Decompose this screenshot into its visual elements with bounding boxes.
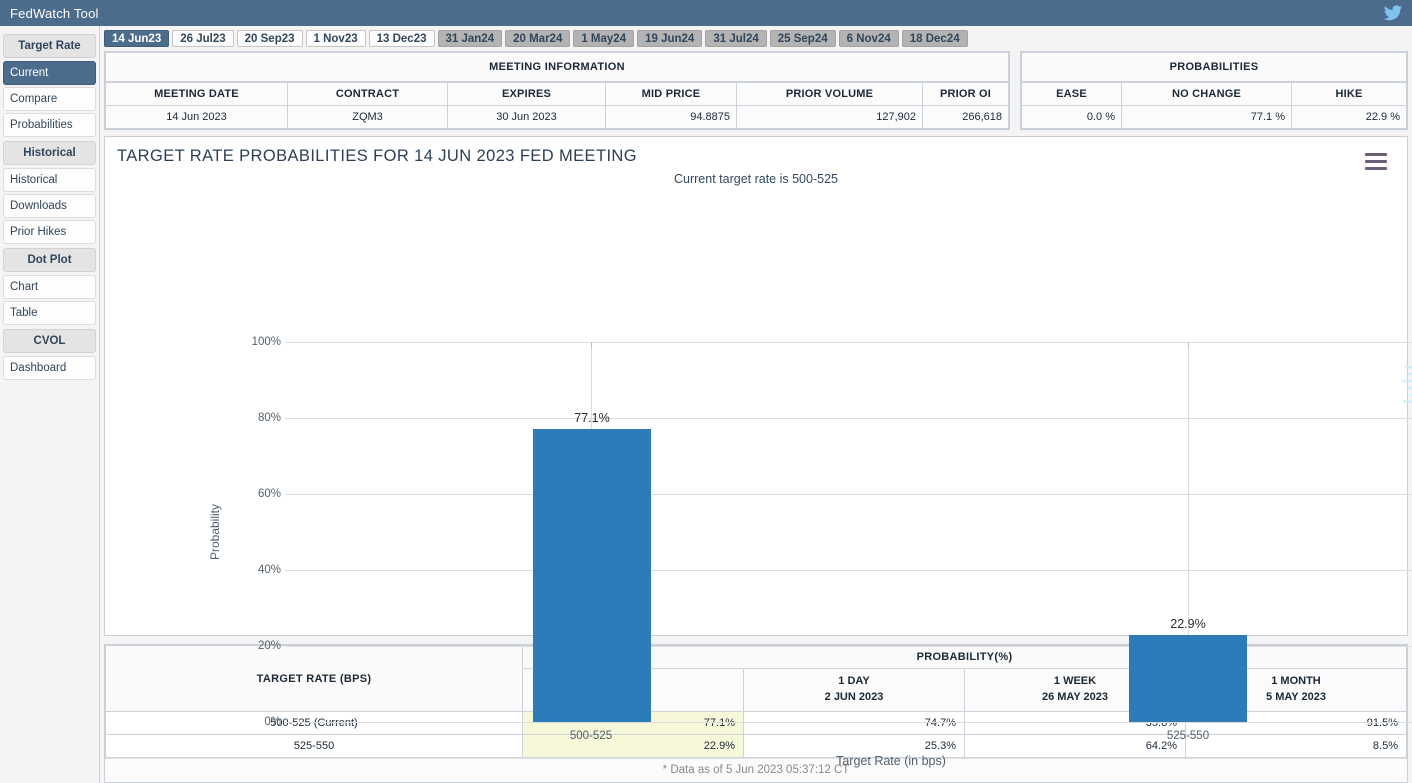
sidebar-group-historical: Historical [3, 141, 96, 165]
gridline-80 [285, 418, 1412, 420]
col-hike: HIKE [1291, 82, 1407, 107]
col-prior-volume: PRIOR VOLUME [736, 82, 923, 107]
sidebar-item-chart[interactable]: Chart [3, 275, 96, 299]
tab-13-dec23[interactable]: 13 Dec23 [368, 30, 435, 48]
tab-18-dec24[interactable]: 18 Dec24 [901, 30, 968, 48]
sidebar-item-current[interactable]: Current [3, 61, 96, 85]
cell-prior-oi: 266,618 [922, 105, 1009, 130]
cell-1-week-1: 64.2% [964, 734, 1186, 758]
cell-1-month-1: 8.5% [1185, 734, 1407, 758]
meeting-information-panel: MEETING INFORMATION MEETING DATE CONTRAC… [104, 51, 1010, 131]
info-row: MEETING INFORMATION MEETING DATE CONTRAC… [104, 51, 1408, 131]
gridline-0 [285, 722, 1412, 724]
sidebar-group-target-rate: Target Rate [3, 34, 96, 58]
sidebar-item-table[interactable]: Table [3, 301, 96, 325]
chart-title: TARGET RATE PROBABILITIES FOR 14 JUN 202… [117, 147, 637, 166]
bar-label-525-550: 22.9% [1170, 617, 1206, 632]
tab-1-nov23[interactable]: 1 Nov23 [305, 30, 366, 48]
gridline-60 [285, 494, 1412, 496]
col-no-change: NO CHANGE [1121, 82, 1292, 107]
bar-525-550[interactable] [1129, 635, 1247, 723]
cell-prior-volume: 127,902 [736, 105, 923, 130]
chart-card: TARGET RATE PROBABILITIES FOR 14 JUN 202… [104, 136, 1412, 768]
tab-31-jul24[interactable]: 31 Jul24 [705, 30, 767, 48]
tab-20-mar24[interactable]: 20 Mar24 [505, 30, 571, 48]
hamburger-menu-icon[interactable] [1365, 153, 1387, 174]
table-row: 525-550 22.9% 25.3% 64.2% 8.5% [105, 734, 1407, 758]
app-title: FedWatch Tool [10, 5, 99, 21]
col-meeting-date: MEETING DATE [105, 82, 288, 107]
y-axis-label: Probability [208, 504, 222, 561]
cell-now-1: 22.9% [522, 734, 744, 758]
sidebar-group-cvol: CVOL [3, 329, 96, 353]
col-expires: EXPIRES [447, 82, 606, 107]
cell-mid-price: 94.8875 [605, 105, 737, 130]
meeting-information-caption: MEETING INFORMATION [105, 52, 1009, 83]
cell-expires: 30 Jun 2023 [447, 105, 606, 130]
y-tick-label-100: 100% [251, 336, 281, 349]
tab-19-jun24[interactable]: 19 Jun24 [637, 30, 703, 48]
table-row: 14 Jun 2023 ZQM3 30 Jun 2023 94.8875 127… [105, 105, 1009, 130]
tab-1-may24[interactable]: 1 May24 [573, 30, 635, 48]
sidebar-item-probabilities[interactable]: Probabilities [3, 113, 96, 137]
cell-meeting-date: 14 Jun 2023 [105, 105, 288, 130]
sidebar-item-compare[interactable]: Compare [3, 87, 96, 111]
bar-label-500-525: 77.1% [574, 411, 610, 426]
twitter-icon[interactable] [1382, 3, 1404, 23]
meeting-information-table: MEETING DATE CONTRACT EXPIRES MID PRICE … [105, 82, 1009, 130]
tab-25-sep24[interactable]: 25 Sep24 [769, 30, 836, 48]
y-tick-label-20: 20% [257, 640, 281, 653]
table-header-row: EASE NO CHANGE HIKE [1021, 82, 1407, 107]
tab-31-jan24[interactable]: 31 Jan24 [437, 30, 503, 48]
gridline-40 [285, 570, 1412, 572]
x-tick-label-525-550: 525-550 [1166, 730, 1210, 743]
plot-wrap: Q 0% 20% 40% 60% 80% 100% Probability [105, 197, 1412, 768]
sidebar-item-downloads[interactable]: Downloads [3, 194, 96, 218]
main-content: 14 Jun23 26 Jul23 20 Sep23 1 Nov23 13 De… [100, 26, 1412, 783]
y-tick-label-60: 60% [257, 488, 281, 501]
sidebar-item-historical[interactable]: Historical [3, 168, 96, 192]
tab-20-sep23[interactable]: 20 Sep23 [236, 30, 303, 48]
bar-500-525[interactable] [533, 429, 651, 723]
x-tick-label-500-525: 500-525 [569, 730, 613, 743]
x-tick-mark-2 [1188, 342, 1189, 349]
y-tick-label-80: 80% [257, 412, 281, 425]
sidebar-item-dashboard[interactable]: Dashboard [3, 356, 96, 380]
x-axis-label: Target Rate (in bps) [836, 754, 946, 769]
cell-hike: 22.9 % [1291, 105, 1407, 130]
window-title-bar: FedWatch Tool [0, 0, 1412, 26]
x-tick-mark-1 [591, 342, 592, 349]
probabilities-caption: PROBABILITIES [1021, 52, 1407, 83]
gridline-100 [285, 342, 1412, 344]
data-as-of-footnote: * Data as of 5 Jun 2023 05:37:12 CT [105, 758, 1407, 782]
cell-contract: ZQM3 [287, 105, 448, 130]
y-tick-label-40: 40% [257, 564, 281, 577]
table-header-row: MEETING DATE CONTRACT EXPIRES MID PRICE … [105, 82, 1009, 107]
col-prior-oi: PRIOR OI [922, 82, 1009, 107]
table-row: 0.0 % 77.1 % 22.9 % [1021, 105, 1407, 130]
cell-target-rate-1: 525-550 [105, 734, 523, 758]
col-ease: EASE [1021, 82, 1122, 107]
sidebar-group-dot-plot: Dot Plot [3, 248, 96, 272]
sidebar: Target Rate Current Compare Probabilitie… [0, 26, 100, 783]
probabilities-table: EASE NO CHANGE HIKE 0.0 % 77.1 % 22.9 % [1021, 82, 1407, 130]
tab-14-jun23[interactable]: 14 Jun23 [104, 30, 170, 48]
probabilities-panel: PROBABILITIES EASE NO CHANGE HIKE 0.0 % … [1020, 51, 1408, 131]
tab-26-jul23[interactable]: 26 Jul23 [172, 30, 234, 48]
col-mid-price: MID PRICE [605, 82, 737, 107]
q-logo-watermark: Q [1401, 366, 1412, 410]
tab-6-nov24[interactable]: 6 Nov24 [838, 30, 899, 48]
cell-ease: 0.0 % [1021, 105, 1122, 130]
chart-subtitle: Current target rate is 500-525 [674, 172, 838, 187]
y-tick-label-0: 0% [264, 716, 281, 729]
cell-no-change: 77.1 % [1121, 105, 1292, 130]
sidebar-item-prior-hikes[interactable]: Prior Hikes [3, 220, 96, 244]
bar-chart-plot-area: Q 0% 20% 40% 60% 80% 100% Probability [208, 336, 1412, 768]
app-body: Target Rate Current Compare Probabilitie… [0, 26, 1412, 783]
col-contract: CONTRACT [287, 82, 448, 107]
meeting-date-tabs: 14 Jun23 26 Jul23 20 Sep23 1 Nov23 13 De… [104, 30, 1408, 48]
